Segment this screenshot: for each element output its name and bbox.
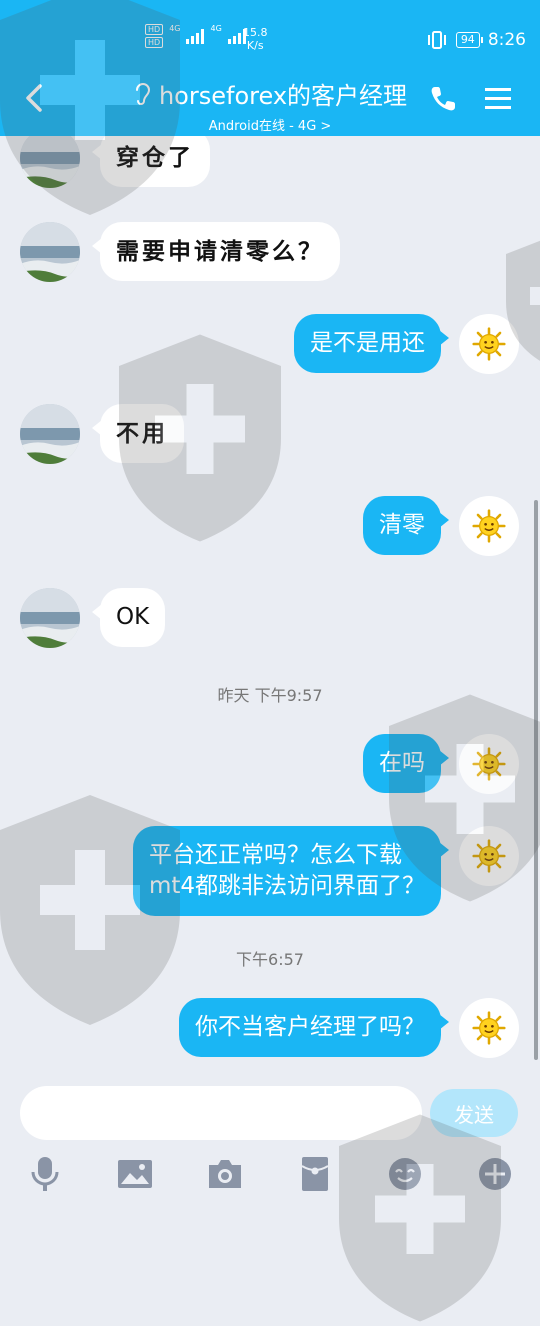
vibrate-icon [427, 31, 446, 49]
status-bar: HD HD 4G 4G 15.8 K/s 94 8:26 [0, 0, 540, 62]
sun-avatar-icon [472, 1011, 506, 1045]
sun-avatar-icon [472, 747, 506, 781]
phone-icon[interactable] [428, 84, 458, 114]
network-speed: 15.8 K/s [243, 26, 268, 52]
input-toolbar [0, 1154, 540, 1194]
red-packet-icon[interactable] [295, 1154, 335, 1194]
microphone-icon[interactable] [25, 1154, 65, 1194]
signal-bars-1-icon [186, 28, 205, 44]
message-bubble[interactable]: 平台还正常吗？怎么下载 mt4都跳非法访问界面了？ [132, 826, 450, 916]
timestamp-divider: 下午6:57 [236, 950, 304, 969]
message-list[interactable]: 穿仓了 需要申请清零么？ 是不是用还 不用 清零 OK 昨天 下午9:57 在吗… [0, 136, 540, 1072]
contact-avatar[interactable] [20, 222, 80, 282]
message-row: 在吗 [0, 734, 540, 796]
message-bubble[interactable]: 你不当客户经理了吗？ [179, 998, 449, 1057]
message-row: OK [0, 588, 540, 650]
chat-header: horseforex的客户经理 Android在线 - 4G > [0, 62, 540, 136]
message-bubble[interactable]: 不用 [92, 404, 184, 463]
plus-icon[interactable] [475, 1154, 515, 1194]
contact-avatar[interactable] [20, 404, 80, 464]
chat-title-area[interactable]: horseforex的客户经理 Android在线 - 4G > [110, 76, 430, 134]
message-bubble[interactable]: 清零 [363, 496, 449, 555]
my-avatar[interactable] [459, 998, 519, 1058]
earpiece-mode-icon [135, 82, 150, 105]
online-status: Android在线 - 4G > [208, 119, 332, 134]
hd-badges: HD HD [145, 24, 164, 48]
message-row: 穿仓了 [0, 136, 540, 200]
timestamp-divider: 昨天 下午9:57 [217, 686, 323, 705]
top-bar: HD HD 4G 4G 15.8 K/s 94 8:26 horseforex的… [0, 0, 540, 136]
contact-avatar[interactable] [20, 588, 80, 648]
input-bar: 发送 [0, 1072, 540, 1200]
message-row: 不用 [0, 404, 540, 466]
image-icon[interactable] [115, 1154, 155, 1194]
my-avatar[interactable] [459, 734, 519, 794]
camera-icon[interactable] [205, 1154, 245, 1194]
message-row: 你不当客户经理了吗？ [0, 998, 540, 1060]
message-bubble[interactable]: 是不是用还 [294, 314, 449, 373]
message-bubble[interactable]: 在吗 [363, 734, 449, 793]
message-bubble[interactable]: 穿仓了 [92, 136, 210, 187]
scrollbar[interactable] [534, 500, 538, 1060]
message-input[interactable] [20, 1086, 422, 1140]
message-row: 平台还正常吗？怎么下载 mt4都跳非法访问界面了？ [0, 826, 540, 916]
sun-avatar-icon [472, 839, 506, 873]
my-avatar[interactable] [459, 314, 519, 374]
chat-title: horseforex的客户经理 [158, 82, 408, 110]
message-row: 需要申请清零么？ [0, 222, 540, 284]
sun-avatar-icon [472, 509, 506, 543]
back-arrow-icon[interactable] [20, 80, 50, 116]
status-right: 94 8:26 [426, 30, 526, 50]
network-type-2: 4G [210, 24, 222, 33]
my-avatar[interactable] [459, 496, 519, 556]
message-line: mt4都跳非法访问界面了？ [148, 873, 425, 899]
message-line: 平台还正常吗？怎么下载 [148, 842, 402, 868]
network-speed-unit: K/s [246, 39, 264, 52]
contact-avatar[interactable] [20, 136, 80, 188]
network-speed-value: 15.8 [243, 26, 268, 39]
battery-level: 94 [455, 32, 483, 48]
message-bubble[interactable]: OK [91, 588, 166, 647]
menu-icon[interactable] [483, 84, 513, 114]
clock: 8:26 [487, 30, 526, 50]
my-avatar[interactable] [459, 826, 519, 886]
network-type-1: 4G [169, 24, 181, 33]
emoji-icon[interactable] [385, 1154, 425, 1194]
signal-group: HD HD 4G 4G [145, 24, 246, 48]
hd-badge-2: HD [145, 37, 164, 48]
message-bubble[interactable]: 需要申请清零么？ [92, 222, 340, 281]
sun-avatar-icon [472, 327, 506, 361]
hd-badge-1: HD [145, 24, 164, 35]
message-row: 清零 [0, 496, 540, 558]
message-row: 是不是用还 [0, 314, 540, 376]
send-button[interactable]: 发送 [430, 1089, 518, 1137]
